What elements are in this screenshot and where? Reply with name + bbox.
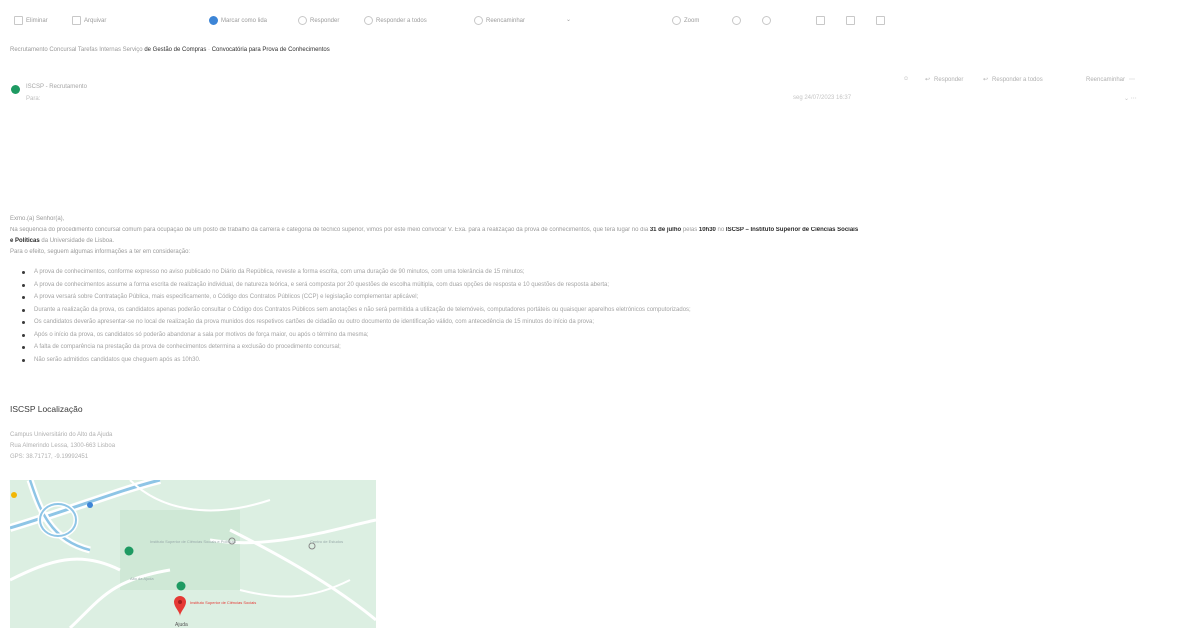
paragraph-2: Para o efeito, seguem algumas informaçõe… [10,249,191,255]
exam-time: 10h30 [698,227,716,233]
reply-all-icon: ↩ [983,77,989,83]
road-sign-icon [11,492,17,498]
more-icon: ⋯ [1129,77,1136,83]
message-date: seg 24/07/2023 16:37 [793,95,852,101]
greeting: Exmo.(a) Senhor(a), [10,216,65,222]
undo-button[interactable] [732,16,741,25]
more-icon [876,16,885,25]
zoom-button[interactable]: Zoom [672,16,699,25]
breadcrumb-part2: Serviço [122,47,143,53]
location-map[interactable]: Instituto Superior de Ciências Sociais e… [10,480,376,628]
map-label: Centro de Estudos [310,539,343,544]
trash-icon [14,16,23,25]
expand-icon[interactable]: ⌄ ⋯ [1124,95,1137,102]
delete-button[interactable]: Eliminar [14,16,48,25]
list-item: Durante a realização da prova, os candid… [20,304,691,317]
print-button[interactable] [846,16,855,25]
flag-icon [816,16,825,25]
address-line-2: Rua Almerindo Lessa, 1300-663 Lisboa [10,443,116,449]
paragraph-1: Na sequência do procedimento concursal c… [10,227,859,233]
redo-button[interactable] [762,16,771,25]
forward-inline-button[interactable]: Reencaminhar ⋯ [1086,76,1136,84]
reply-button[interactable]: Responder [298,16,339,25]
list-item: A prova de conhecimentos assume a forma … [20,279,691,292]
reply-all-inline-button[interactable]: ↩ Responder a todos [983,76,1043,84]
envelope-open-icon [209,16,218,25]
chevron-down-icon: ⌄ [566,17,572,23]
paragraph-1-cont: e Políticas da Universidade de Lisboa. [10,238,115,244]
reply-inline-button[interactable]: ↩ Responder [925,76,963,84]
info-list: A prova de conhecimentos, conforme expre… [20,266,691,366]
road-sign-icon [87,502,93,508]
park-poi-icon [176,581,186,591]
avatar[interactable] [11,85,20,94]
list-item: Os candidatos deverão apresentar-se no l… [20,316,691,329]
breadcrumb-part3: de Gestão de Compras [144,47,207,53]
message-actions: ☺ [903,76,909,82]
archive-icon [72,16,81,25]
breadcrumb: Recrutamento Concursal Tarefas Internas … [10,47,330,53]
undo-icon [732,16,741,25]
park-poi-icon [124,546,134,556]
reply-all-icon [364,16,373,25]
page-title: Convocatória para Prova de Conhecimentos [211,47,330,53]
list-item: Não serão admitidos candidatos que chegu… [20,354,691,367]
recipient-label: Para: [26,96,41,102]
toolbar: Eliminar Arquivar Marcar como lida Respo… [0,10,1178,32]
map-graphic: Instituto Superior de Ciências Sociais e… [10,480,376,628]
forward-button[interactable]: Reencaminhar [474,16,525,25]
mark-read-button[interactable]: Marcar como lida [209,16,267,25]
sender-name[interactable]: ISCSP - Recrutamento [26,84,87,90]
list-item: Após o início da prova, os candidatos só… [20,329,691,342]
list-item: A prova de conhecimentos, conforme expre… [20,266,691,279]
forward-icon [474,16,483,25]
redo-icon [762,16,771,25]
print-icon [846,16,855,25]
archive-button[interactable]: Arquivar [72,16,106,25]
more-options-button[interactable] [876,16,885,25]
reply-all-button[interactable]: Responder a todos [364,16,427,25]
gps-coordinates: GPS: 38.71717, -9.19992451 [10,454,89,460]
map-label: Ajuda [175,622,188,628]
emoji-icon[interactable]: ☺ [903,76,909,82]
location-title: ISCSP Localização [10,404,83,414]
list-item: A prova versará sobre Contratação Públic… [20,291,691,304]
zoom-icon [672,16,681,25]
more-dropdown[interactable]: ⌄ [566,16,571,23]
breadcrumb-part1: Recrutamento Concursal Tarefas Internas [10,47,121,53]
map-label: Alto da Ajuda [130,576,154,581]
exam-date: 31 de julho [649,227,682,233]
pin-label: Instituto Superior de Ciências Sociais [190,600,256,605]
reply-icon [298,16,307,25]
map-label: Instituto Superior de Ciências Sociais e… [150,539,236,544]
exam-place: ISCSP – Instituto Superior de Ciências S… [725,227,859,233]
address-line-1: Campus Universitário do Alto da Ajuda [10,432,113,438]
list-item: A falta de comparência na prestação da p… [20,341,691,354]
reply-icon: ↩ [925,77,931,83]
flag-button[interactable] [816,16,825,25]
